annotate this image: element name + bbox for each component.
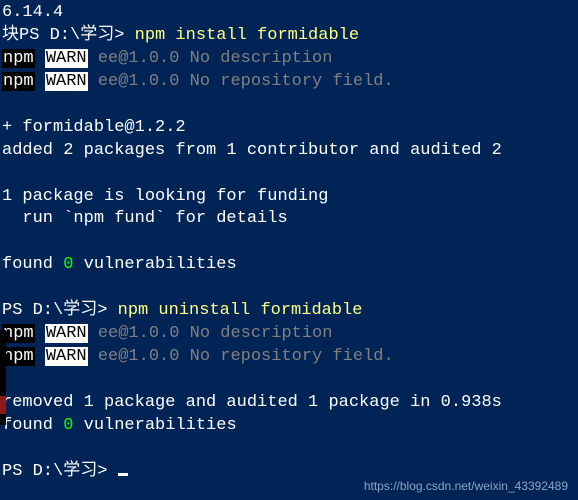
warn-tag: WARN bbox=[45, 324, 88, 343]
warn-tag: WARN bbox=[45, 49, 88, 68]
warn-tag: WARN bbox=[45, 347, 88, 366]
npm-warn-line: npm WARN ee@1.0.0 No description bbox=[2, 323, 578, 346]
vuln-count: 0 bbox=[63, 416, 73, 435]
npm-tag: npm bbox=[2, 324, 35, 343]
npm-tag: npm bbox=[2, 49, 35, 68]
watermark: https://blog.csdn.net/weixin_43392489 bbox=[364, 478, 568, 494]
prompt-prefix: PS D:\学习> bbox=[2, 462, 107, 481]
vulnerabilities-line: found 0 vulnerabilities bbox=[2, 254, 578, 277]
npm-tag: npm bbox=[2, 72, 35, 91]
funding-line: run `npm fund` for details bbox=[2, 208, 578, 231]
prompt-prefix: PS D:\学习> bbox=[19, 26, 124, 45]
warn-message: ee@1.0.0 No repository field. bbox=[88, 347, 394, 366]
warn-message: ee@1.0.0 No repository field. bbox=[88, 72, 394, 91]
side-artifact-red bbox=[0, 396, 6, 414]
warn-message: ee@1.0.0 No description bbox=[88, 324, 333, 343]
blank-line bbox=[2, 231, 578, 254]
funding-line: 1 package is looking for funding bbox=[2, 186, 578, 209]
blank-line bbox=[2, 163, 578, 186]
carrot-char: 块 bbox=[2, 26, 19, 45]
prompt-prefix: PS D:\学习> bbox=[2, 301, 107, 320]
vuln-count: 0 bbox=[63, 255, 73, 274]
version-line: 6.14.4 bbox=[2, 2, 578, 25]
warn-tag: WARN bbox=[45, 72, 88, 91]
command-uninstall: npm uninstall formidable bbox=[118, 301, 363, 320]
vulnerabilities-line: found 0 vulnerabilities bbox=[2, 415, 578, 438]
blank-line bbox=[2, 438, 578, 461]
warn-message: ee@1.0.0 No description bbox=[88, 49, 333, 68]
blank-line bbox=[2, 94, 578, 117]
command-install: npm install formidable bbox=[135, 26, 359, 45]
npm-warn-line: npm WARN ee@1.0.0 No description bbox=[2, 48, 578, 71]
npm-warn-line: npm WARN ee@1.0.0 No repository field. bbox=[2, 346, 578, 369]
added-line: added 2 packages from 1 contributor and … bbox=[2, 140, 578, 163]
installed-line: + formidable@1.2.2 bbox=[2, 117, 578, 140]
blank-line bbox=[2, 277, 578, 300]
prompt-line-1[interactable]: 块PS D:\学习> npm install formidable bbox=[2, 25, 578, 48]
npm-tag: npm bbox=[2, 347, 35, 366]
npm-warn-line: npm WARN ee@1.0.0 No repository field. bbox=[2, 71, 578, 94]
cursor-icon bbox=[118, 473, 128, 476]
blank-line bbox=[2, 369, 578, 392]
removed-line: removed 1 package and audited 1 package … bbox=[2, 392, 578, 415]
prompt-line-2[interactable]: PS D:\学习> npm uninstall formidable bbox=[2, 300, 578, 323]
